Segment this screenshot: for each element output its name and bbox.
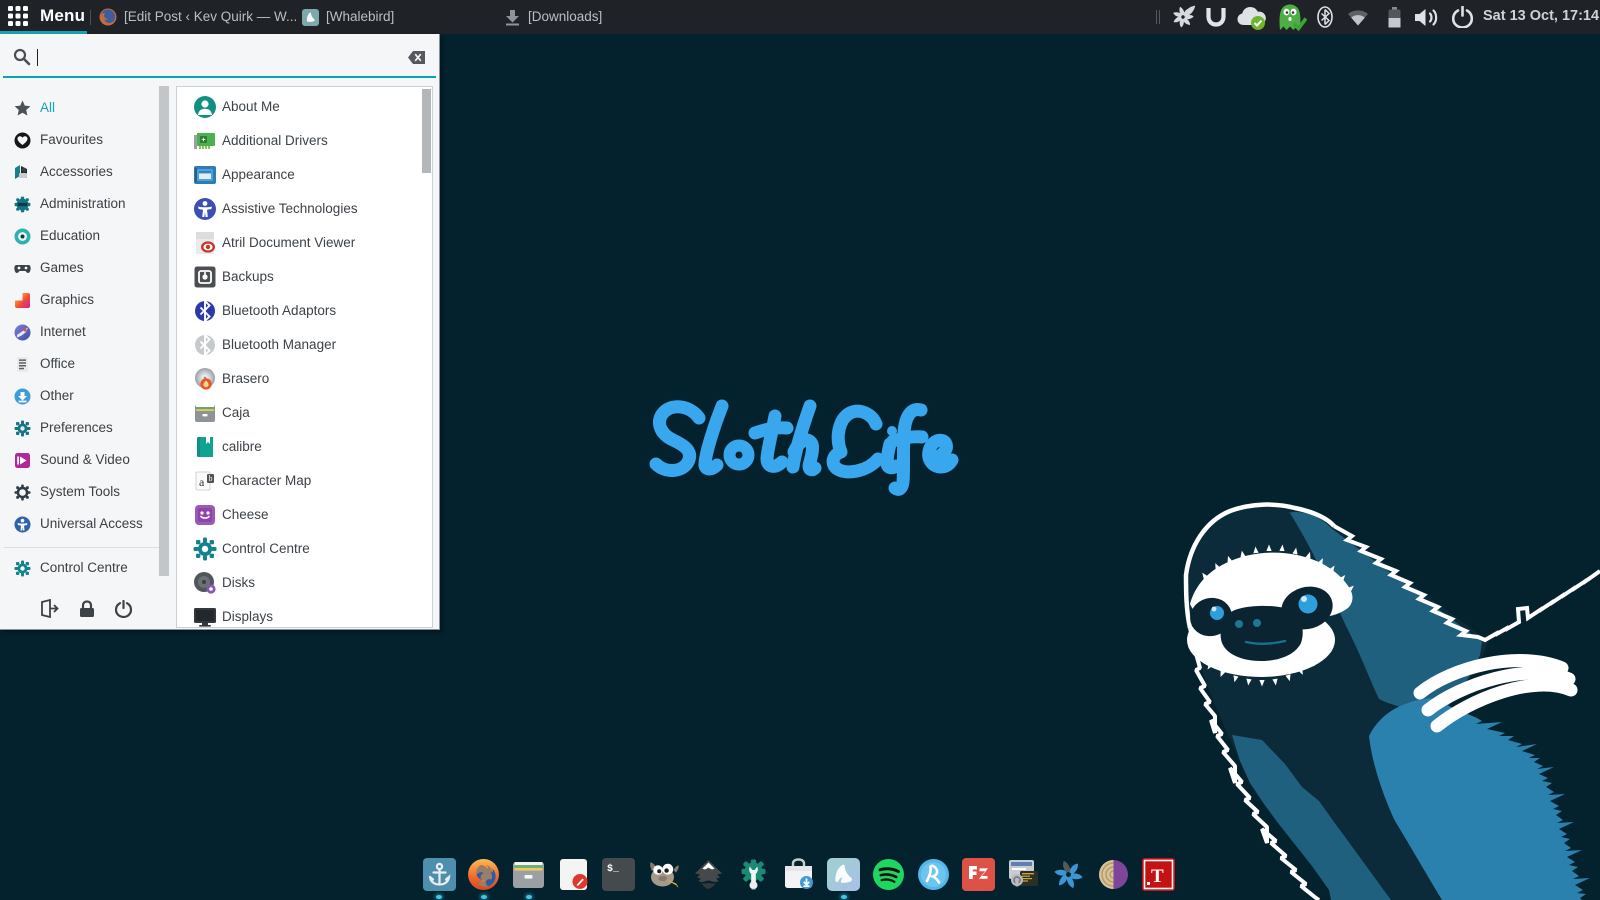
svg-text:$_: $_ <box>607 863 620 875</box>
svg-text:T: T <box>1151 866 1164 887</box>
svg-text:b: b <box>209 474 213 483</box>
svg-text:a: a <box>199 475 205 489</box>
